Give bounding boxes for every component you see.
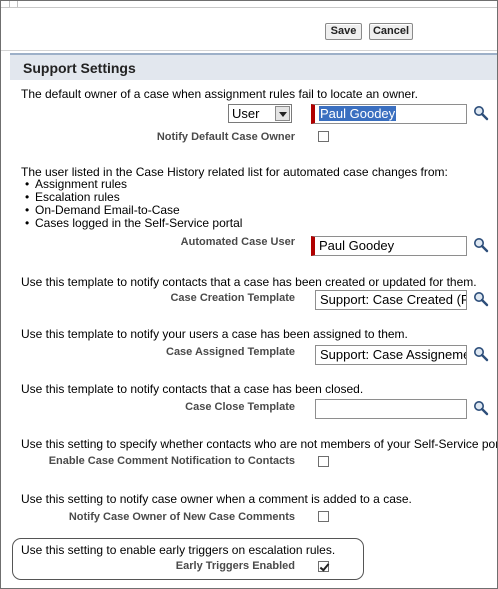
owner-type-value: User — [232, 106, 260, 121]
automated-user-value: Paul Goodey — [319, 238, 395, 253]
default-owner-description: The default owner of a case when assignm… — [21, 87, 418, 101]
save-button[interactable]: Save — [325, 23, 362, 40]
chevron-down-icon[interactable] — [275, 106, 290, 121]
default-owner-value: Paul Goodey — [319, 106, 397, 121]
early-triggers-label: Early Triggers Enabled — [175, 560, 295, 572]
cancel-button[interactable]: Cancel — [369, 23, 413, 40]
top-tab-strip — [1, 1, 497, 8]
notify-default-owner-checkbox[interactable] — [318, 131, 329, 142]
automated-user-input[interactable]: Paul Goodey — [311, 236, 467, 256]
magnifier-lookup-icon[interactable] — [473, 105, 489, 121]
creation-template-value: Support: Case Created (F — [320, 292, 467, 307]
creation-template-label: Case Creation Template — [170, 292, 295, 304]
close-template-label: Case Close Template — [185, 401, 295, 413]
assigned-template-input[interactable]: Support: Case Assigneme — [315, 345, 467, 365]
section-title: Support Settings — [23, 60, 136, 76]
toolbar-divider — [1, 50, 497, 51]
comment-notification-checkbox[interactable] — [318, 456, 329, 467]
early-triggers-description: Use this setting to enable early trigger… — [21, 543, 336, 557]
assigned-template-value: Support: Case Assigneme — [320, 347, 467, 362]
assigned-template-label: Case Assigned Template — [166, 346, 295, 358]
settings-panel: Save Cancel Support Settings The default… — [0, 0, 498, 589]
owner-type-select[interactable]: User — [228, 104, 292, 123]
close-template-input[interactable] — [315, 399, 467, 419]
default-owner-input[interactable]: Paul Goodey — [311, 104, 467, 124]
creation-template-description: Use this template to notify contacts tha… — [21, 275, 477, 289]
comment-notification-label: Enable Case Comment Notification to Cont… — [48, 455, 295, 467]
assigned-template-description: Use this template to notify your users a… — [21, 327, 408, 341]
section-header: Support Settings — [10, 53, 497, 80]
magnifier-lookup-icon[interactable] — [473, 237, 489, 253]
owner-comment-description: Use this setting to notify case owner wh… — [21, 492, 412, 506]
automated-user-label: Automated Case User — [180, 236, 295, 248]
early-triggers-checkbox[interactable] — [318, 561, 329, 572]
owner-comment-checkbox[interactable] — [318, 511, 329, 522]
creation-template-input[interactable]: Support: Case Created (F — [315, 290, 467, 310]
owner-comment-label: Notify Case Owner of New Case Comments — [68, 511, 295, 523]
automated-user-bullet-list: Assignment rules Escalation rules On-Dem… — [25, 178, 242, 231]
notify-default-owner-label: Notify Default Case Owner — [156, 131, 295, 143]
close-template-description: Use this template to notify contacts tha… — [21, 382, 364, 396]
magnifier-lookup-icon[interactable] — [473, 400, 489, 416]
list-item: Cases logged in the Self-Service portal — [25, 217, 242, 231]
magnifier-lookup-icon[interactable] — [473, 291, 489, 307]
comment-notification-description: Use this setting to specify whether cont… — [21, 437, 497, 451]
magnifier-lookup-icon[interactable] — [473, 346, 489, 362]
